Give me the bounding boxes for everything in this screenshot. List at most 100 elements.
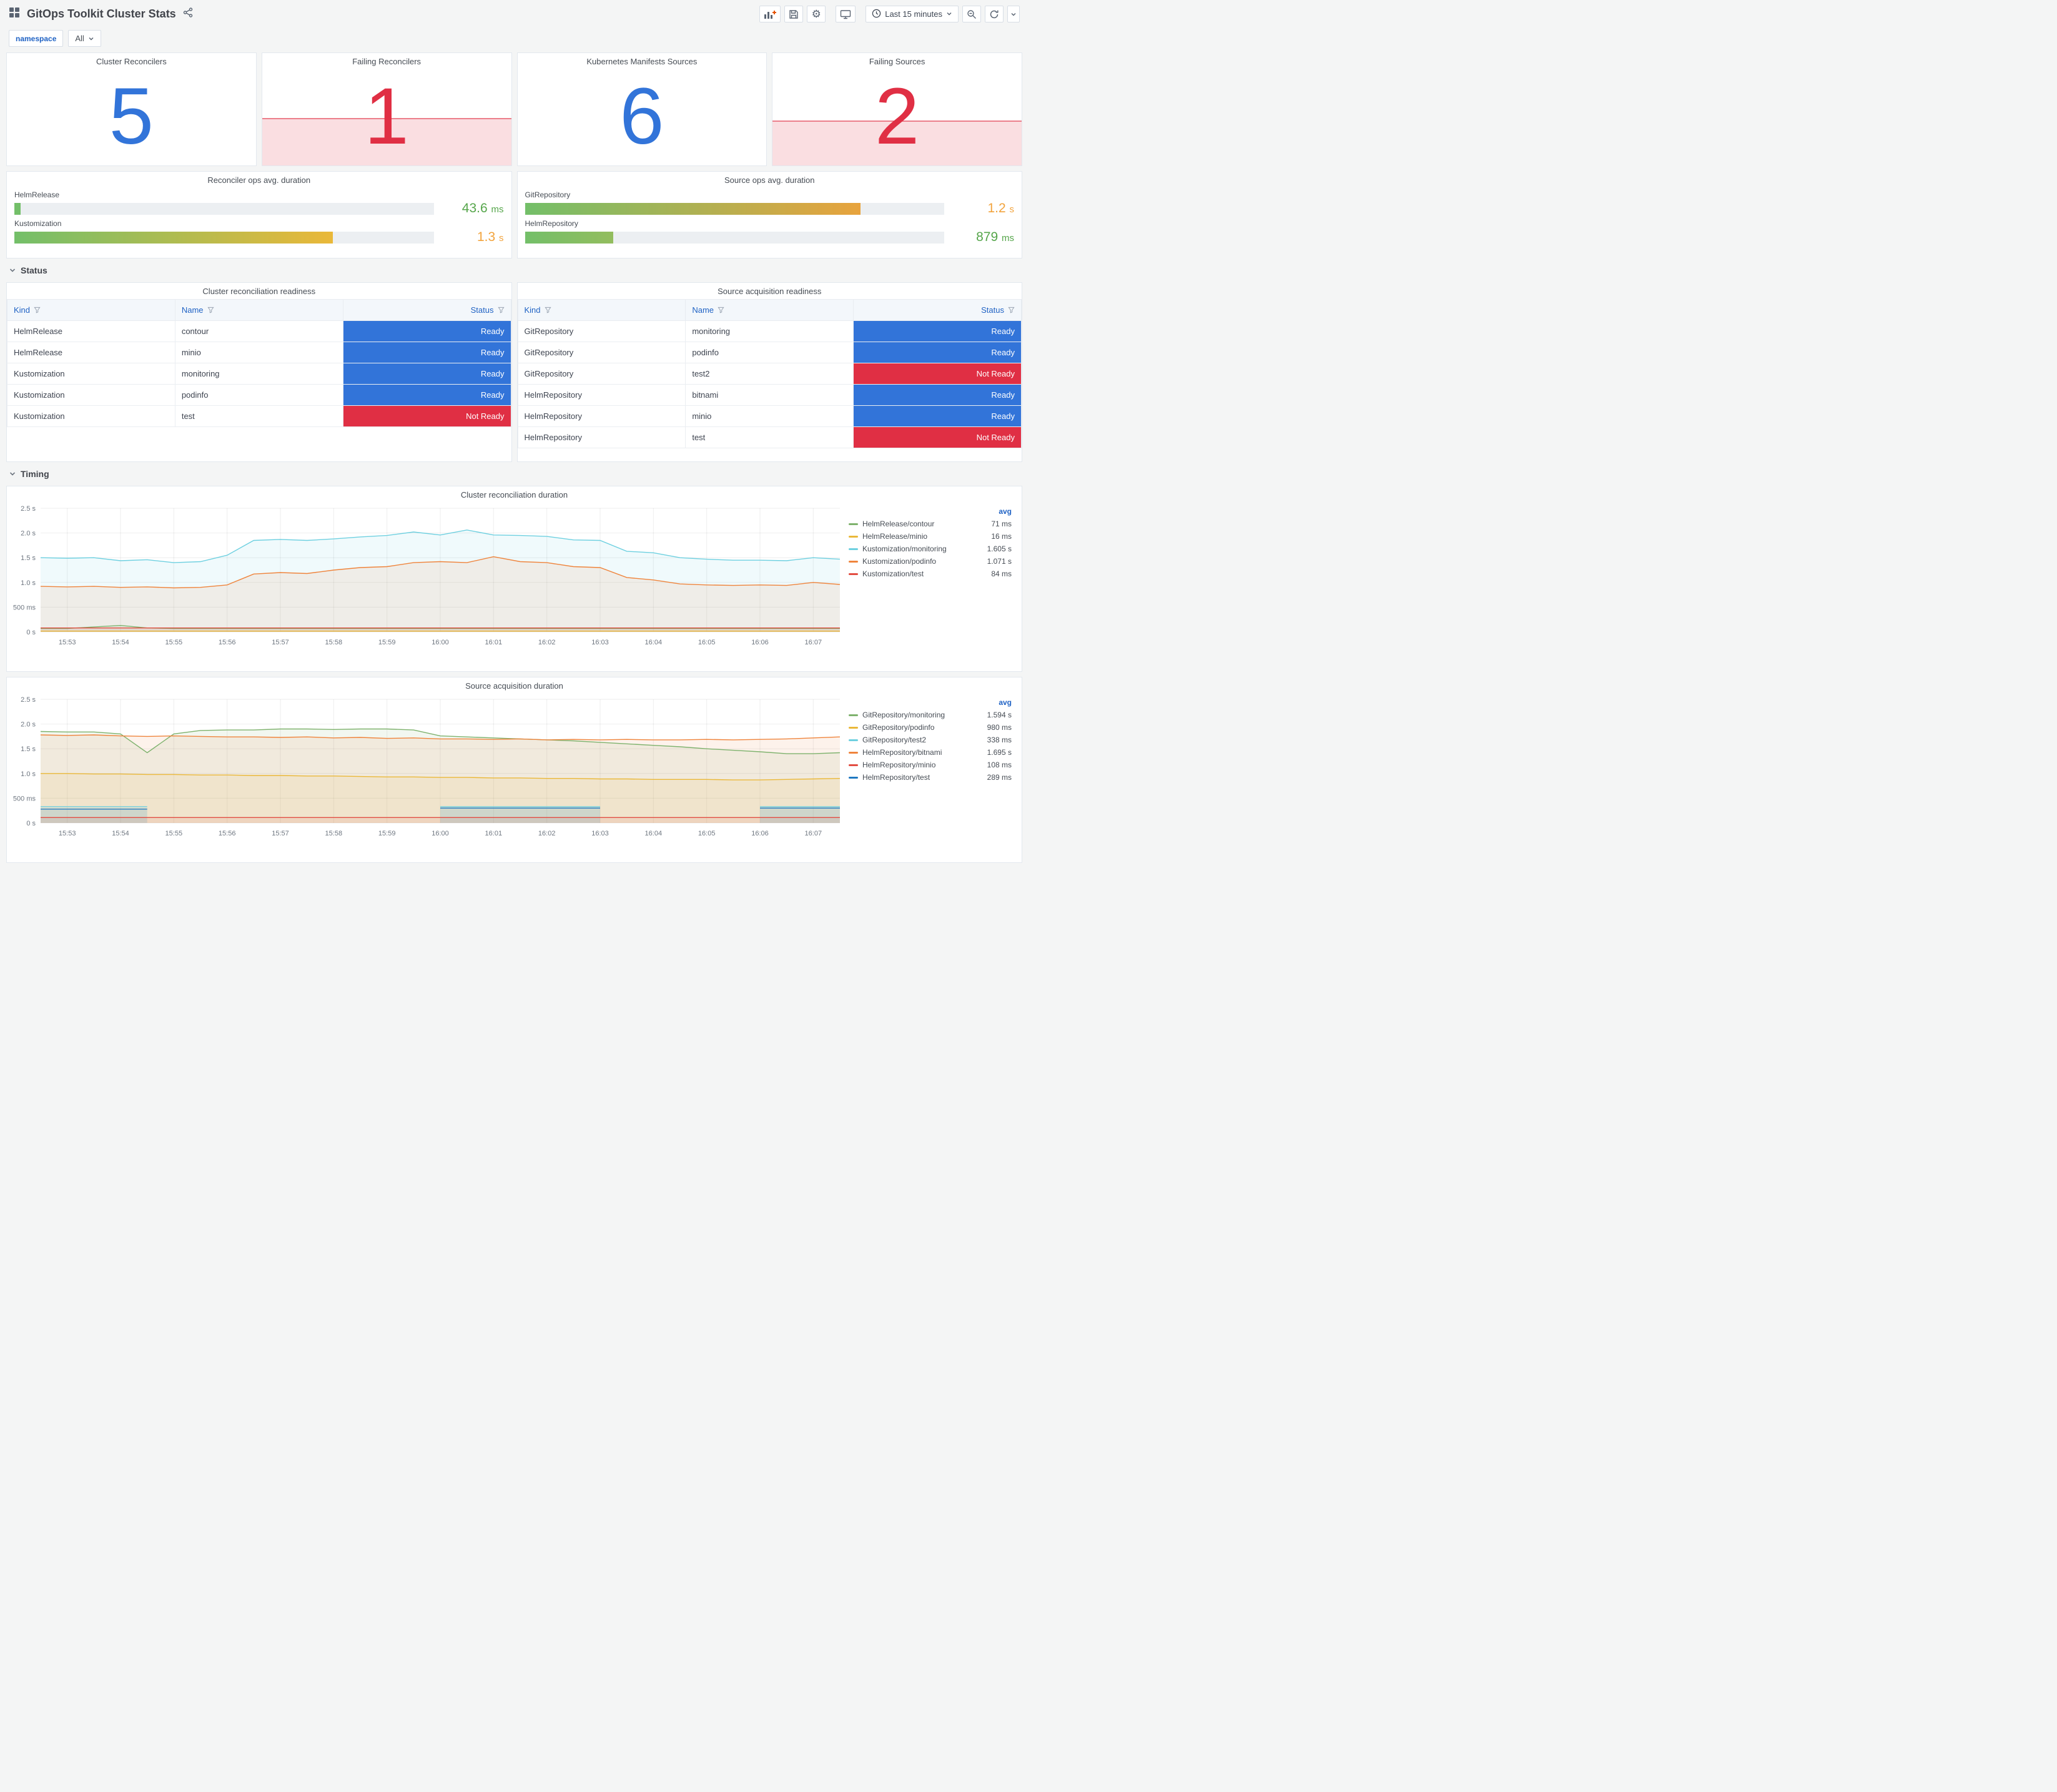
status-badge: Ready [343,321,511,342]
gauge-value: 1.2 s [987,201,1014,215]
panel-title[interactable]: Source ops avg. duration [518,172,1022,186]
table-row: GitRepository monitoring Ready [517,320,1022,342]
apps-grid-icon[interactable] [9,7,20,21]
svg-text:16:01: 16:01 [485,639,503,646]
table-row: Kustomization test Not Ready [7,405,511,427]
svg-text:16:06: 16:06 [751,830,769,837]
readiness-table: Kind Name Status HelmRelease contour Ready… [7,299,511,427]
panel-title[interactable]: Failing Sources [772,53,1022,67]
cell-kind: GitRepository [524,369,574,378]
cell-name: test2 [692,369,710,378]
svg-text:16:02: 16:02 [538,639,556,646]
panel-title[interactable]: Cluster reconciliation duration [7,486,1022,501]
dashboard-settings-button[interactable]: ⚙ [807,6,826,22]
legend-series-name[interactable]: HelmRepository/minio [862,761,983,769]
series-color-swatch [849,548,858,550]
svg-text:16:06: 16:06 [751,639,769,646]
svg-text:1.0 s: 1.0 s [21,770,36,778]
cell-name: contour [181,327,209,336]
column-header-kind[interactable]: Kind [517,299,686,321]
svg-text:0 s: 0 s [26,629,36,636]
cell-kind: HelmRelease [14,327,63,336]
legend-avg-value: 84 ms [991,569,1012,578]
chevron-down-icon [9,472,16,476]
source-acquisition-duration-chart[interactable]: 0 s 500 ms 1.0 s 1.5 s 2.0 s 2.5 s 15:53 15:54 1… [8,693,845,849]
svg-text:16:00: 16:00 [432,830,449,837]
svg-text:15:57: 15:57 [272,830,289,837]
legend-avg-header: avg [999,698,1012,707]
series-color-swatch [849,573,858,575]
zoom-out-button[interactable] [962,6,981,22]
table-row: HelmRelease contour Ready [7,320,511,342]
svg-text:2.0 s: 2.0 s [21,721,36,729]
panel-title[interactable]: Kubernetes Manifests Sources [518,53,767,67]
refresh-interval-dropdown[interactable] [1007,6,1020,22]
gauge-gitrepository: GitRepository 1.2 s [525,190,1014,216]
legend-series-name[interactable]: GitRepository/test2 [862,736,983,744]
time-picker-button[interactable]: Last 15 minutes [866,6,959,22]
panel-title[interactable]: Failing Reconcilers [262,53,511,67]
legend-series-name[interactable]: GitRepository/monitoring [862,711,983,719]
gauge-fill [525,231,613,244]
stat-value: 5 [109,72,154,161]
dashboard-submenu: namespace All [0,26,1028,52]
table-header-row: Kind Name Status [7,299,511,321]
legend-series-name[interactable]: HelmRelease/minio [862,532,987,541]
share-icon[interactable] [183,7,193,21]
add-panel-button[interactable] [759,6,781,22]
gauge-fill [14,231,333,244]
cluster-reconciliation-duration-chart[interactable]: 0 s 500 ms 1.0 s 1.5 s 2.0 s 2.5 s 15:53 15:54 1… [8,502,845,658]
panel-title[interactable]: Cluster reconciliation readiness [7,283,511,297]
panel-title[interactable]: Reconciler ops avg. duration [7,172,511,186]
legend-item: HelmRepository/minio 108 ms [849,759,1012,771]
legend-avg-value: 1.605 s [987,544,1012,553]
legend-item: Kustomization/test 84 ms [849,568,1012,580]
svg-text:500 ms: 500 ms [13,795,36,802]
variable-namespace-value: All [75,34,84,43]
time-range-label: Last 15 minutes [885,9,942,19]
cycle-view-button[interactable] [836,6,856,22]
cell-kind: GitRepository [524,327,574,336]
cell-kind: HelmRepository [524,433,582,442]
svg-text:16:03: 16:03 [591,830,609,837]
table-row: Kustomization monitoring Ready [7,363,511,385]
svg-text:15:54: 15:54 [112,639,129,646]
column-header-name[interactable]: Name [174,299,343,321]
svg-text:15:56: 15:56 [219,639,236,646]
legend-avg-value: 338 ms [987,736,1012,744]
table-row: GitRepository test2 Not Ready [517,363,1022,385]
legend-avg-value: 1.695 s [987,748,1012,757]
row-toggle-timing[interactable]: Timing [6,467,1022,481]
legend-series-name[interactable]: Kustomization/monitoring [862,544,983,553]
legend-series-name[interactable]: Kustomization/podinfo [862,557,983,566]
legend-series-name[interactable]: HelmRepository/bitnami [862,748,983,757]
save-dashboard-button[interactable] [784,6,804,22]
status-badge: Not Ready [343,406,511,426]
svg-text:15:55: 15:55 [165,639,183,646]
column-header-status[interactable]: Status [853,299,1022,321]
table-row: GitRepository podinfo Ready [517,342,1022,363]
variable-namespace-select[interactable]: All [68,30,101,47]
svg-text:15:53: 15:53 [59,830,76,837]
column-header-name[interactable]: Name [685,299,854,321]
svg-text:0 s: 0 s [26,820,36,827]
legend-avg-value: 289 ms [987,773,1012,782]
panel-title[interactable]: Source acquisition duration [7,677,1022,692]
column-header-kind[interactable]: Kind [7,299,175,321]
row-toggle-status[interactable]: Status [6,263,1022,277]
legend-series-name[interactable]: GitRepository/podinfo [862,723,983,732]
svg-text:16:01: 16:01 [485,830,503,837]
legend-series-name[interactable]: HelmRelease/contour [862,519,987,528]
svg-text:16:03: 16:03 [591,639,609,646]
svg-text:16:05: 16:05 [698,830,716,837]
svg-text:500 ms: 500 ms [13,604,36,611]
legend-series-name[interactable]: Kustomization/test [862,569,987,578]
refresh-button[interactable] [985,6,1004,22]
column-header-status[interactable]: Status [342,299,511,321]
legend-series-name[interactable]: HelmRepository/test [862,773,983,782]
panel-title[interactable]: Cluster Reconcilers [7,53,256,67]
filter-icon [207,307,214,313]
panel-title[interactable]: Source acquisition readiness [518,283,1022,297]
cell-name: monitoring [692,327,731,336]
chevron-down-icon [9,268,16,272]
